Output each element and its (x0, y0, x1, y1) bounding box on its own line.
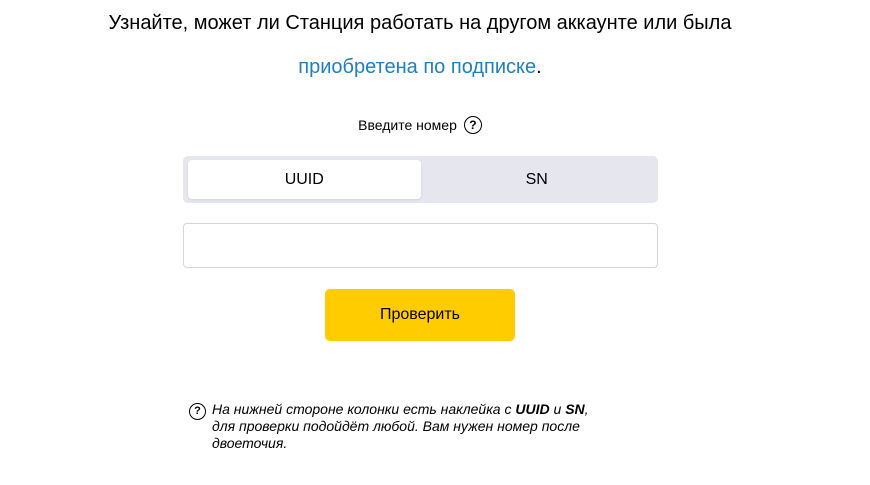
enter-number-row: Введите номер ? (183, 116, 657, 134)
help-icon[interactable]: ? (463, 116, 482, 134)
hint-part2: , (584, 401, 589, 417)
hint-sn: SN (565, 401, 585, 417)
hint-text: На нижней стороне колонки есть наклейка … (212, 401, 652, 452)
page: Узнайте, может ли Станция работать на др… (0, 0, 870, 485)
hint-line2: для проверки подойдёт любой. Вам нужен н… (212, 418, 580, 434)
tab-uuid[interactable]: UUID (188, 160, 421, 199)
number-type-switch: UUID SN (183, 156, 658, 203)
hint-help-icon: ? (189, 403, 206, 420)
hint-uuid: UUID (515, 401, 550, 417)
subscription-link[interactable]: приобретена по подписке (298, 56, 536, 78)
check-button[interactable]: Проверить (325, 289, 515, 341)
enter-number-label: Введите номер (358, 117, 457, 133)
page-headline: Узнайте, может ли Станция работать на др… (0, 8, 840, 82)
hint-line3: двоеточия. (212, 435, 288, 451)
hint-part1: На нижней стороне колонки есть наклейка … (212, 401, 516, 417)
headline-period: . (536, 56, 542, 78)
hint-block: ? На нижней стороне колонки есть наклейк… (189, 401, 659, 452)
headline-text: Узнайте, может ли Станция работать на др… (108, 12, 732, 34)
number-input[interactable] (183, 223, 658, 268)
tab-sn[interactable]: SN (421, 160, 654, 199)
headline-line2: приобретена по подписке. (0, 52, 840, 82)
hint-and: и (549, 401, 566, 417)
